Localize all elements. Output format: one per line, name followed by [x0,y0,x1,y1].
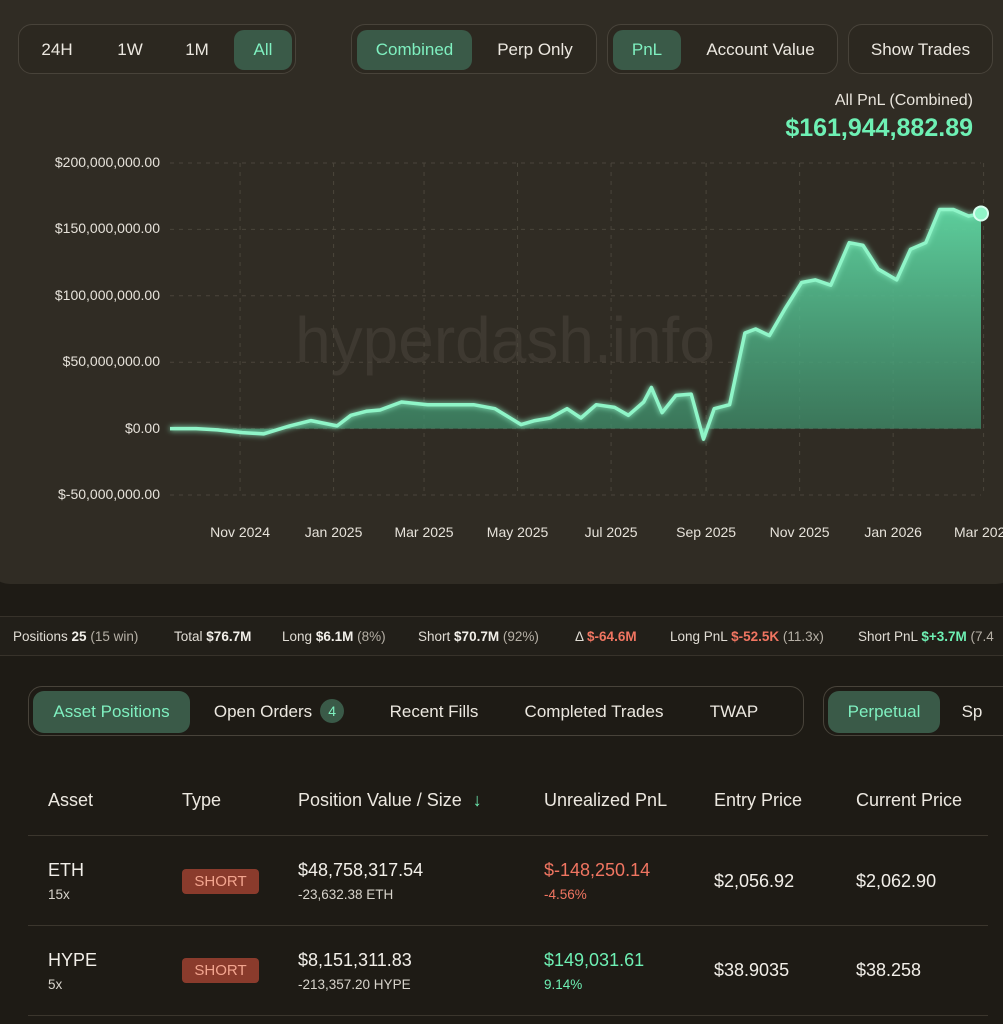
position-type-badge: SHORT [182,869,259,894]
y-tick-label: $200,000,000.00 [54,154,160,170]
current-price: $2,062.90 [856,871,937,891]
col-current-price[interactable]: Current Price [856,790,962,811]
tab-completed-trades[interactable]: Completed Trades [513,691,675,733]
x-tick-label: Nov 2025 [769,524,830,540]
col-asset[interactable]: Asset [48,790,93,811]
x-tick-label: Jan 2026 [864,524,922,540]
current-value-marker[interactable] [973,205,989,222]
unrealized-pnl-pct: 9.14% [544,977,583,992]
open-orders-count-badge: 4 [320,699,345,723]
x-tick-label: Jan 2025 [304,524,363,540]
tab-asset-positions[interactable]: Asset Positions [33,691,190,733]
positions-tabs: Asset Positions Open Orders 4 Recent Fill… [28,686,804,736]
x-tick-label: Jul 2025 [584,524,638,540]
asset-name: ETH [48,860,84,880]
stat-positions: Positions 25 (15 win) [13,629,139,644]
tab-twap[interactable]: TWAP [699,691,769,733]
divider [28,1015,988,1016]
y-tick-label: $-50,000,000.00 [58,486,160,502]
position-value: $8,151,311.83 [298,950,412,970]
col-type[interactable]: Type [182,790,221,811]
x-tick-label: Sep 2025 [676,524,737,540]
asset-name: HYPE [48,950,98,970]
position-size: -213,357.20 HYPE [298,977,411,992]
sort-desc-icon: ↓ [472,790,482,810]
col-unrealized-pnl[interactable]: Unrealized PnL [544,790,667,811]
tab-perpetual[interactable]: Perpetual [828,691,940,733]
divider [28,835,988,836]
col-position-value[interactable]: Position Value / Size ↓ [298,790,482,811]
asset-leverage: 15x [48,887,70,902]
col-position-value-label: Position Value / Size [298,790,462,810]
entry-price: $38.9035 [714,960,790,980]
stat-short: Short $70.7M (92%) [418,629,539,644]
tab-open-orders[interactable]: Open Orders 4 [199,691,359,733]
stat-delta: Δ $-64.6M [575,629,637,644]
divider [28,925,988,926]
x-tick-label: Mar 2025 [394,524,454,540]
y-tick-label: $50,000,000.00 [62,353,160,370]
col-entry-price[interactable]: Entry Price [714,790,802,811]
unrealized-pnl: $149,031.61 [544,950,645,970]
x-tick-label: Mar 2026 [954,524,1003,540]
positions-summary-bar: Positions 25 (15 win) Total $76.7M Long … [0,616,1003,656]
stat-long-pnl: Long PnL $-52.5K (11.3x) [670,629,824,644]
x-tick-label: Nov 2024 [210,524,271,540]
stat-total: Total $76.7M [174,629,252,644]
stat-long: Long $6.1M (8%) [282,629,386,644]
unrealized-pnl: $-148,250.14 [544,860,651,880]
tab-recent-fills[interactable]: Recent Fills [379,691,489,733]
position-type-badge: SHORT [182,958,259,983]
asset-leverage: 5x [48,977,63,992]
entry-price: $2,056.92 [714,871,795,891]
tab-open-orders-label: Open Orders [213,702,313,721]
x-tick-label: May 2025 [486,524,549,540]
current-price: $38.258 [856,960,922,980]
unrealized-pnl-pct: -4.56% [544,887,587,902]
y-tick-label: $0.00 [124,419,160,436]
position-size: -23,632.38 ETH [298,887,394,902]
y-tick-label: $100,000,000.00 [54,286,160,303]
market-type-selector: Perpetual Sp [823,686,1003,736]
watermark: hyperdash.info [295,304,715,376]
y-tick-label: $150,000,000.00 [54,220,160,237]
stat-short-pnl: Short PnL $+3.7M (7.4 [858,629,994,644]
tab-spot[interactable]: Sp [952,691,992,733]
position-value: $48,758,317.54 [298,860,424,880]
